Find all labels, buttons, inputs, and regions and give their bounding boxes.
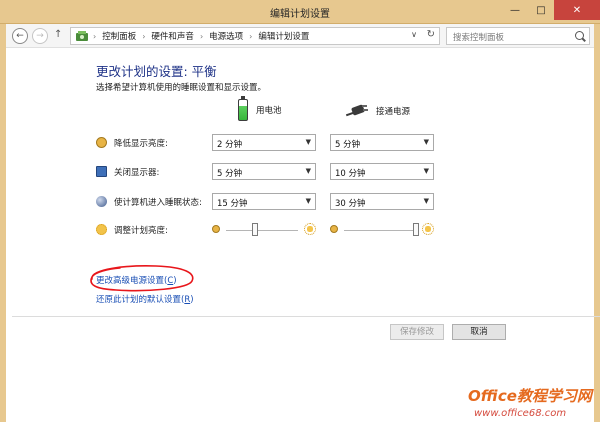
brightness-battery-slider[interactable] <box>212 223 316 237</box>
watermark-url: www.office68.com <box>474 408 567 419</box>
footer-divider <box>12 316 600 317</box>
battery-icon <box>238 96 248 121</box>
chevron-down-icon: ▼ <box>423 197 429 205</box>
brightness-plugged-slider[interactable] <box>330 223 434 237</box>
setting-row-sleep: 使计算机进入睡眠状态: 15 分钟 ▼ 30 分钟 ▼ <box>96 193 576 211</box>
sleep-icon <box>96 196 107 207</box>
breadcrumb-edit-plan[interactable]: 编辑计划设置 <box>258 30 309 42</box>
monitor-icon <box>96 166 107 177</box>
minimize-button[interactable]: — <box>502 0 528 20</box>
setting-row-brightness: 调整计划亮度: <box>96 221 576 239</box>
chevron-down-icon: ▼ <box>305 138 311 146</box>
close-button[interactable]: ✕ <box>554 0 600 20</box>
control-panel-icon <box>75 30 89 42</box>
chevron-down-icon: ▼ <box>305 197 311 205</box>
refresh-icon[interactable]: ↻ <box>427 29 435 40</box>
dim-display-icon <box>96 137 107 148</box>
annotation-ellipse <box>90 265 194 292</box>
setting-label: 降低显示亮度: <box>114 139 168 149</box>
cancel-button[interactable]: 取消 <box>452 324 506 340</box>
dim-display-plugged-select[interactable]: 5 分钟 ▼ <box>330 134 434 151</box>
address-bar[interactable]: › 控制面板 › 硬件和声音 › 电源选项 › 编辑计划设置 ∨ ↻ <box>70 27 440 45</box>
save-changes-button[interactable]: 保存修改 <box>390 324 444 340</box>
breadcrumb-separator: › <box>93 31 97 41</box>
page-title: 更改计划的设置: 平衡 <box>96 64 217 79</box>
select-value: 15 分钟 <box>217 199 248 209</box>
turn-off-display-plugged-select[interactable]: 10 分钟 ▼ <box>330 163 434 180</box>
power-plug-icon <box>345 104 368 118</box>
dim-sun-icon <box>212 225 220 233</box>
breadcrumb-separator: › <box>199 31 204 41</box>
address-dropdown-icon[interactable]: ∨ <box>411 30 417 39</box>
select-value: 5 分钟 <box>217 169 243 179</box>
chevron-down-icon: ▼ <box>305 167 311 175</box>
bright-sun-icon <box>422 223 434 235</box>
watermark: Office教程学习网 www.office68.com <box>468 385 600 419</box>
battery-column-label: 用电池 <box>256 106 282 116</box>
select-value: 5 分钟 <box>335 140 361 150</box>
breadcrumb-power-options[interactable]: 电源选项 <box>209 30 243 42</box>
bright-sun-icon <box>304 223 316 235</box>
slider-thumb[interactable] <box>413 223 419 236</box>
select-value: 30 分钟 <box>335 199 366 209</box>
window-titlebar: 编辑计划设置 — □ ✕ <box>0 0 600 24</box>
content-pane: 更改计划的设置: 平衡 选择希望计算机使用的睡眠设置和显示设置。 用电池 接通电… <box>6 49 600 422</box>
breadcrumb-control-panel[interactable]: 控制面板 <box>102 30 136 42</box>
setting-label: 关闭显示器: <box>114 168 160 178</box>
slider-thumb[interactable] <box>251 223 258 236</box>
setting-label: 使计算机进入睡眠状态: <box>114 198 202 208</box>
slider-track <box>344 230 416 231</box>
breadcrumb-hardware-sound[interactable]: 硬件和声音 <box>151 30 194 42</box>
search-input[interactable]: 搜索控制面板 <box>446 27 590 45</box>
maximize-button[interactable]: □ <box>528 0 554 20</box>
chevron-down-icon: ▼ <box>423 138 429 146</box>
plugged-column-label: 接通电源 <box>376 107 411 117</box>
search-icon[interactable] <box>575 31 584 40</box>
back-button[interactable]: ← <box>12 28 28 44</box>
dim-display-battery-select[interactable]: 2 分钟 ▼ <box>212 134 316 151</box>
dim-sun-icon <box>330 225 338 233</box>
forward-button[interactable]: → <box>32 28 48 44</box>
setting-row-turn-off-display: 关闭显示器: 5 分钟 ▼ 10 分钟 ▼ <box>96 163 576 181</box>
select-value: 10 分钟 <box>335 169 366 179</box>
navigation-bar: ← → ↑ › 控制面板 › 硬件和声音 › 电源选项 › 编辑计划设置 ∨ ↻… <box>6 24 594 48</box>
plugged-column-header: 接通电源 <box>345 104 411 118</box>
turn-off-display-battery-select[interactable]: 5 分钟 ▼ <box>212 163 316 180</box>
page-subtitle: 选择希望计算机使用的睡眠设置和显示设置。 <box>96 83 267 93</box>
restore-defaults-link[interactable]: 还原此计划的默认设置(R) <box>96 293 194 305</box>
watermark-title: Office教程学习网 <box>468 387 592 405</box>
sleep-battery-select[interactable]: 15 分钟 ▼ <box>212 193 316 210</box>
up-button[interactable]: ↑ <box>54 29 62 40</box>
window-right-border <box>594 24 600 422</box>
sleep-plugged-select[interactable]: 30 分钟 ▼ <box>330 193 434 210</box>
breadcrumb-separator: › <box>142 31 146 41</box>
breadcrumb-separator: › <box>249 31 253 41</box>
chevron-down-icon: ▼ <box>423 167 429 175</box>
brightness-icon <box>96 224 107 235</box>
brightness-label: 调整计划亮度: <box>114 226 168 236</box>
search-placeholder: 搜索控制面板 <box>453 33 505 43</box>
select-value: 2 分钟 <box>217 140 243 150</box>
slider-track <box>226 230 298 231</box>
battery-column-header: 用电池 <box>238 96 282 121</box>
setting-row-dim-display: 降低显示亮度: 2 分钟 ▼ 5 分钟 ▼ <box>96 134 576 152</box>
